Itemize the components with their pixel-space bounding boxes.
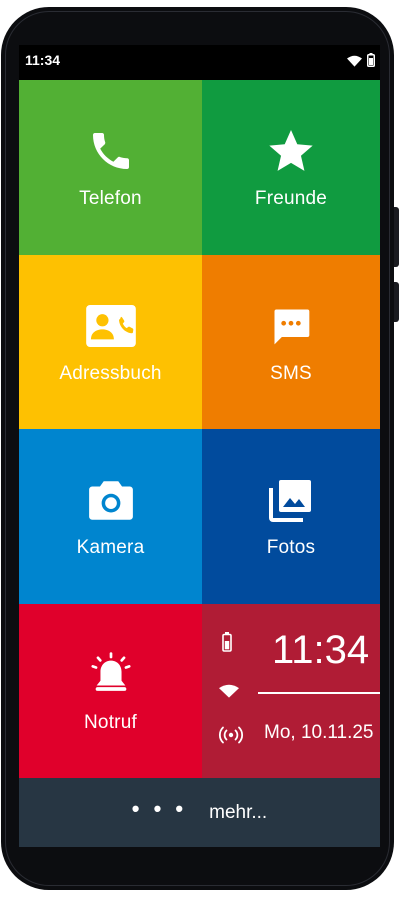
- launcher-grid: Telefon Freunde Adressbuch SMS Kamera Fo…: [19, 80, 380, 778]
- tile-kamera[interactable]: Kamera: [19, 429, 202, 604]
- alarm-bell-icon: [84, 648, 138, 702]
- clock-divider: [258, 691, 380, 694]
- signal-broadcast-icon: [218, 726, 244, 744]
- tile-freunde[interactable]: Freunde: [202, 80, 380, 255]
- tile-fotos-label: Fotos: [266, 537, 316, 559]
- star-icon: [264, 124, 318, 178]
- tile-telefon[interactable]: Telefon: [19, 80, 202, 255]
- tile-adressbuch[interactable]: Adressbuch: [19, 254, 202, 429]
- wifi-icon: [347, 54, 362, 72]
- status-time: 11:34: [25, 52, 61, 68]
- status-bar: 11:34: [19, 45, 380, 80]
- clock-widget[interactable]: 11:34 Mo, 10.11.25: [202, 603, 380, 778]
- tile-adressbuch-label: Adressbuch: [59, 362, 162, 384]
- photo-library-icon: [264, 473, 318, 527]
- screen: 11:34 Telefon Freunde Adressbuch SMS Kam…: [19, 45, 380, 847]
- clock-date: Mo, 10.11.25: [264, 721, 374, 743]
- message-icon: [264, 299, 318, 353]
- clock-time: 11:34: [272, 627, 370, 672]
- tile-notruf[interactable]: Notruf: [19, 603, 202, 778]
- tile-sms-label: SMS: [270, 362, 312, 384]
- battery-icon: [367, 53, 375, 72]
- tile-sms[interactable]: SMS: [202, 254, 380, 429]
- battery-icon: [222, 631, 232, 652]
- contact-card-icon: [84, 299, 138, 353]
- phone-frame: 11:34 Telefon Freunde Adressbuch SMS Kam…: [1, 7, 399, 890]
- tile-notruf-label: Notruf: [84, 711, 137, 733]
- camera-notch: [181, 45, 219, 61]
- tile-fotos[interactable]: Fotos: [202, 429, 380, 604]
- tile-telefon-label: Telefon: [79, 188, 142, 210]
- status-icons: [347, 53, 375, 72]
- power-button: [394, 282, 399, 322]
- camera-icon: [84, 473, 138, 527]
- more-label: mehr...: [209, 801, 268, 823]
- wifi-icon: [219, 684, 239, 698]
- tile-freunde-label: Freunde: [254, 188, 328, 210]
- volume-button: [394, 207, 399, 267]
- more-dots-icon: • • •: [131, 795, 188, 821]
- tile-kamera-label: Kamera: [76, 537, 145, 559]
- phone-icon: [84, 124, 138, 178]
- more-button[interactable]: • • • mehr...: [19, 778, 380, 847]
